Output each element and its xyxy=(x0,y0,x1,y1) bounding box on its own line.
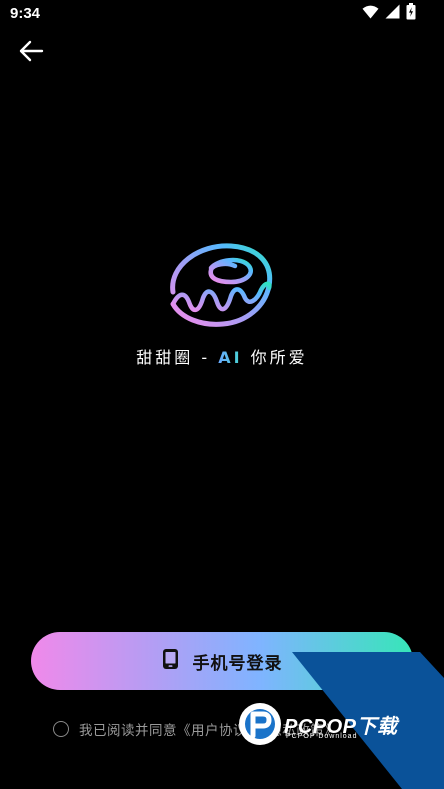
watermark-logo-icon xyxy=(238,702,282,746)
watermark-subtext: PCPOP Download xyxy=(286,733,358,740)
status-time: 9:34 xyxy=(10,5,41,22)
login-button-label: 手机号登录 xyxy=(192,653,283,674)
status-bar: 9:34 xyxy=(0,0,444,28)
tagline-ai: AI xyxy=(218,348,243,367)
status-icons xyxy=(362,2,416,24)
agreement-prefix: 我已阅读并同意 xyxy=(79,723,177,739)
tagline: 甜甜圈 - AI 你所爱 xyxy=(0,344,444,368)
signal-icon xyxy=(385,4,400,23)
tagline-prefix: 甜甜圈 - xyxy=(136,348,219,367)
wifi-icon xyxy=(362,4,379,23)
phone-login-button[interactable]: 手机号登录 xyxy=(31,632,413,690)
phone-icon xyxy=(162,648,179,674)
back-button[interactable] xyxy=(14,38,48,68)
arrow-left-icon xyxy=(18,40,44,66)
donut-logo-icon xyxy=(165,238,279,332)
tagline-suffix: 你所爱 xyxy=(242,348,308,367)
agreement-checkbox[interactable] xyxy=(53,721,69,737)
battery-icon xyxy=(406,2,416,24)
